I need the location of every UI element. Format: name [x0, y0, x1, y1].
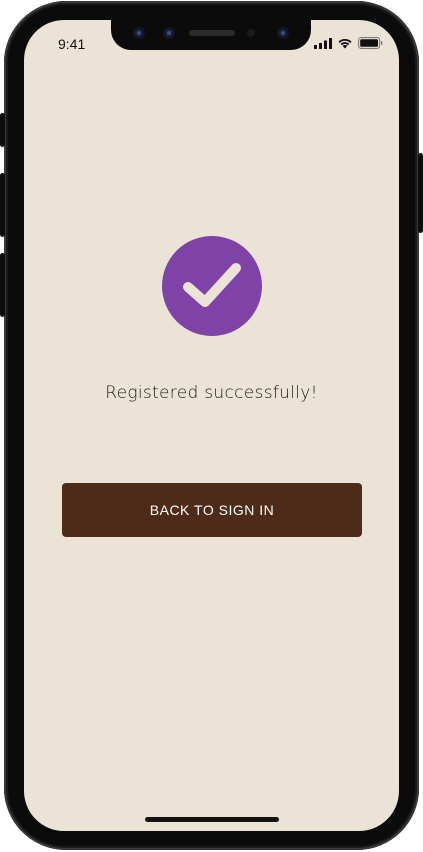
- dot-projector-icon: [277, 27, 289, 39]
- power-button: [418, 153, 423, 233]
- status-time: 9:41: [58, 36, 86, 52]
- success-check-badge: [162, 236, 262, 336]
- success-message: Registered successfully!: [105, 383, 318, 403]
- app-screen: 9:41 Registered successfully! BACK TO SI…: [24, 20, 399, 831]
- cellular-signal-icon: [314, 37, 332, 49]
- back-to-sign-in-button[interactable]: BACK TO SIGN IN: [62, 483, 362, 537]
- earpiece-speaker: [189, 30, 235, 36]
- proximity-sensor: [247, 29, 255, 37]
- volume-down-button: [0, 253, 5, 317]
- home-indicator[interactable]: [145, 817, 279, 822]
- face-id-sensor-icon: [163, 27, 175, 39]
- checkmark-icon: [183, 263, 241, 307]
- volume-up-button: [0, 173, 5, 237]
- wifi-icon: [338, 38, 352, 49]
- front-camera-icon: [133, 27, 145, 39]
- status-icons: [314, 37, 383, 49]
- silent-switch: [0, 113, 5, 147]
- battery-icon: [358, 37, 383, 49]
- notch: [111, 20, 311, 50]
